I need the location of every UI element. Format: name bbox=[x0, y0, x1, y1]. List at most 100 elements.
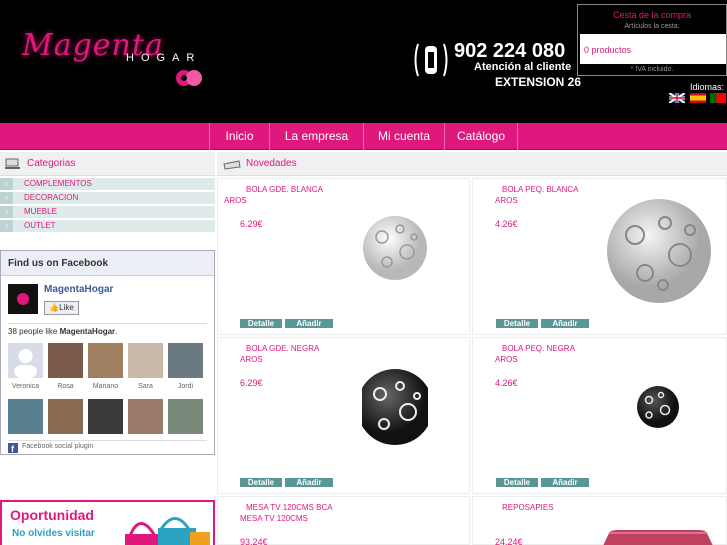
handbags-image bbox=[125, 517, 210, 545]
product-card[interactable]: BOLA GDE. NEGRA AROS 6.29€ Detalle Añadi… bbox=[217, 337, 470, 494]
promo-title: Oportunidad bbox=[10, 507, 94, 523]
category-item[interactable]: › OUTLET bbox=[0, 220, 215, 233]
shopping-cart-box[interactable]: Cesta de la compra Artículos la cesta: 0… bbox=[577, 4, 727, 76]
cart-product-count: 0 productos bbox=[584, 45, 632, 55]
product-title[interactable]: BOLA GDE. BLANCA bbox=[240, 184, 360, 195]
flag-english-icon[interactable] bbox=[668, 92, 686, 104]
fan-avatar[interactable] bbox=[88, 399, 123, 434]
fan-avatar[interactable] bbox=[168, 399, 203, 434]
product-image[interactable] bbox=[605, 195, 713, 307]
fan-name[interactable]: Veronica bbox=[8, 383, 43, 390]
like-label: Like bbox=[59, 303, 74, 312]
promo-banner[interactable]: Oportunidad No olvides visitar bbox=[0, 500, 215, 545]
facebook-logo-icon: f bbox=[8, 443, 18, 454]
nav-item-catalogo[interactable]: Catálogo bbox=[444, 123, 518, 150]
phone-extension: EXTENSION 26 bbox=[495, 75, 582, 89]
cart-contents: 0 productos bbox=[580, 34, 726, 64]
facebook-fan-count: 38 people like MagentaHogar. bbox=[8, 327, 117, 336]
cart-title[interactable]: Cesta de la compra bbox=[578, 10, 726, 20]
fan-name[interactable]: Jordi bbox=[168, 383, 203, 390]
chevron-right-icon: › bbox=[0, 178, 13, 190]
detail-button[interactable]: Detalle bbox=[240, 319, 282, 328]
categories-header: Categorias bbox=[0, 152, 215, 176]
fan-avatar[interactable] bbox=[8, 343, 43, 378]
product-image[interactable] bbox=[362, 207, 428, 289]
add-to-cart-button[interactable]: Añadir bbox=[285, 478, 333, 487]
product-subtitle: AROS bbox=[495, 196, 518, 205]
nav-item-mi-cuenta[interactable]: Mi cuenta bbox=[363, 123, 444, 150]
fan-count-page: MagentaHogar bbox=[59, 327, 116, 336]
facebook-plugin-label[interactable]: Facebook social plugin bbox=[22, 443, 93, 450]
fan-avatar[interactable] bbox=[128, 343, 163, 378]
product-card[interactable]: BOLA PEQ. BLANCA AROS 4.26€ Detalle Añad… bbox=[472, 178, 727, 335]
fan-avatar[interactable] bbox=[48, 343, 83, 378]
category-label[interactable]: COMPLEMENTOS bbox=[24, 179, 92, 188]
product-price: 6.29€ bbox=[240, 378, 263, 388]
site-logo[interactable]: Magenta HOGAR bbox=[22, 28, 212, 88]
fan-avatar[interactable] bbox=[88, 343, 123, 378]
site-header: Magenta HOGAR 902 224 080 Atención al cl… bbox=[0, 0, 727, 123]
fan-name[interactable]: Sara bbox=[128, 383, 163, 390]
category-item[interactable]: › DECORACION bbox=[0, 192, 215, 205]
facebook-box-title: Find us on Facebook bbox=[8, 258, 109, 269]
fan-name[interactable]: Rosa bbox=[48, 383, 83, 390]
category-item[interactable]: › COMPLEMENTOS bbox=[0, 178, 215, 191]
category-label[interactable]: DECORACION bbox=[24, 193, 78, 202]
add-to-cart-button[interactable]: Añadir bbox=[541, 478, 589, 487]
category-label[interactable]: OUTLET bbox=[24, 221, 56, 230]
product-price: 93.24€ bbox=[240, 537, 268, 545]
product-image[interactable] bbox=[362, 366, 428, 448]
main-navigation: Inicio La empresa Mi cuenta Catálogo bbox=[0, 123, 727, 150]
product-card[interactable]: MESA TV 120CMS BCA MESA TV 120CMS 93.24€ bbox=[217, 496, 470, 545]
product-title[interactable]: BOLA GDE. NEGRA bbox=[240, 343, 360, 354]
fan-avatar[interactable] bbox=[168, 343, 203, 378]
product-title[interactable]: BOLA PEQ. BLANCA bbox=[495, 184, 615, 195]
facebook-page-avatar[interactable] bbox=[8, 284, 38, 314]
nav-item-la-empresa[interactable]: La empresa bbox=[269, 123, 363, 150]
add-to-cart-button[interactable]: Añadir bbox=[285, 319, 333, 328]
svg-text:f: f bbox=[11, 444, 15, 453]
product-name[interactable]: MESA TV 120CMS BCA MESA TV 120CMS bbox=[240, 502, 360, 524]
facebook-like-button[interactable]: 👍Like bbox=[44, 301, 79, 315]
chevron-right-icon: › bbox=[0, 206, 13, 218]
product-name[interactable]: BOLA PEQ. BLANCA AROS bbox=[495, 184, 615, 206]
flag-spanish-icon[interactable] bbox=[690, 93, 706, 103]
product-name[interactable]: BOLA GDE. NEGRA AROS bbox=[240, 343, 360, 365]
fan-name[interactable]: Mariano bbox=[88, 383, 123, 390]
flag-portuguese-icon[interactable] bbox=[710, 93, 726, 103]
phone-number[interactable]: 902 224 080 bbox=[454, 40, 565, 63]
product-image[interactable] bbox=[635, 384, 681, 430]
phone-caption: Atención al cliente bbox=[474, 61, 572, 73]
product-title[interactable]: REPOSAPIES bbox=[495, 502, 615, 513]
facebook-page-name[interactable]: MagentaHogar bbox=[44, 284, 113, 295]
product-title[interactable]: BOLA PEQ. NEGRA bbox=[495, 343, 615, 354]
detail-button[interactable]: Detalle bbox=[240, 478, 282, 487]
product-name[interactable]: REPOSAPIES bbox=[495, 502, 615, 513]
detail-button[interactable]: Detalle bbox=[496, 478, 538, 487]
product-price: 4.26€ bbox=[495, 378, 518, 388]
product-subtitle: MESA TV 120CMS bbox=[240, 514, 308, 523]
product-image[interactable] bbox=[599, 529, 714, 545]
add-to-cart-button[interactable]: Añadir bbox=[541, 319, 589, 328]
product-price: 6.29€ bbox=[240, 219, 263, 229]
product-card[interactable]: BOLA PEQ. NEGRA AROS 4.26€ Detalle Añadi… bbox=[472, 337, 727, 494]
logo-hearts-icon bbox=[176, 70, 202, 86]
product-card[interactable]: REPOSAPIES 24.24€ bbox=[472, 496, 727, 545]
promo-subtitle: No olvides visitar bbox=[12, 528, 95, 539]
novedades-title: Novedades bbox=[246, 158, 297, 169]
product-name[interactable]: BOLA PEQ. NEGRA AROS bbox=[495, 343, 615, 365]
logo-subtitle: HOGAR bbox=[126, 52, 202, 64]
fan-avatar[interactable] bbox=[8, 399, 43, 434]
chevron-right-icon: › bbox=[0, 220, 13, 232]
product-name[interactable]: BOLA GDE. BLANCA AROS bbox=[224, 184, 360, 206]
detail-button[interactable]: Detalle bbox=[496, 319, 538, 328]
category-label[interactable]: MUEBLE bbox=[24, 207, 57, 216]
nav-item-inicio[interactable]: Inicio bbox=[209, 123, 269, 150]
fan-avatar[interactable] bbox=[48, 399, 83, 434]
fan-avatar[interactable] bbox=[128, 399, 163, 434]
category-item[interactable]: › MUEBLE bbox=[0, 206, 215, 219]
product-subtitle: AROS bbox=[495, 355, 518, 364]
facebook-like-box: Find us on Facebook MagentaHogar 👍Like 3… bbox=[0, 250, 215, 455]
product-card[interactable]: BOLA GDE. BLANCA AROS 6.29€ Detalle Añad… bbox=[217, 178, 470, 335]
product-title[interactable]: MESA TV 120CMS BCA bbox=[240, 502, 360, 513]
